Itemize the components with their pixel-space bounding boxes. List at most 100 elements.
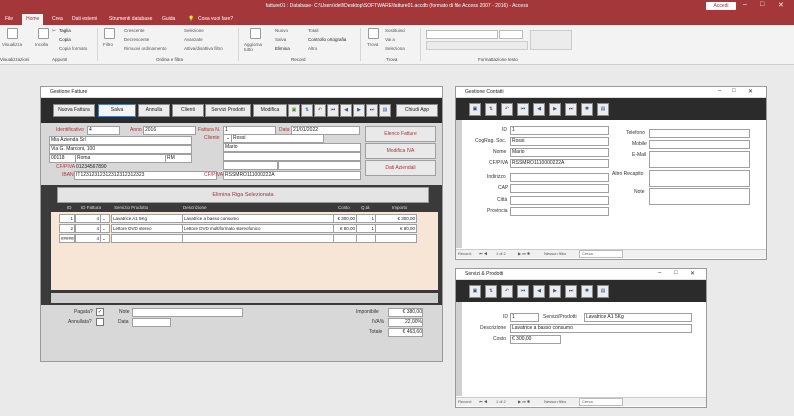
- last-record-icon[interactable]: ⏭: [565, 285, 577, 298]
- table-row[interactable]: 2 4 ⌄ Lettore DVD stereo Lettore DVD mul…: [51, 224, 438, 233]
- cliente-cap-field[interactable]: [223, 161, 278, 170]
- elenco-fatture-button[interactable]: Elenco Fatture: [365, 126, 436, 142]
- avanzate-button[interactable]: Avanzate: [184, 37, 203, 42]
- indirizzo-field[interactable]: Via G. Marconi, 100: [49, 145, 192, 154]
- find-icon[interactable]: [368, 28, 379, 39]
- cognome-field[interactable]: Rossi: [510, 137, 609, 146]
- cell-costo[interactable]: € 300,00: [333, 214, 357, 223]
- anno-field[interactable]: 2016: [143, 126, 196, 135]
- font-family-select[interactable]: [426, 30, 498, 39]
- data2-field[interactable]: [132, 318, 171, 327]
- cerca-input[interactable]: Cerca: [579, 250, 623, 258]
- imponibile-field[interactable]: € 380,00: [388, 308, 423, 317]
- elimina-button[interactable]: Elimina: [275, 46, 290, 51]
- trova-button[interactable]: Trova: [367, 42, 378, 47]
- cell-descrizione[interactable]: [182, 234, 334, 243]
- cell-qta[interactable]: 1: [356, 224, 376, 233]
- cliente-extra-field[interactable]: [223, 152, 361, 161]
- cell-id[interactable]: 1: [59, 214, 75, 223]
- cell-costo[interactable]: [333, 234, 357, 243]
- cell-qta[interactable]: [356, 234, 376, 243]
- copia-formato-button[interactable]: Copia formato: [59, 46, 87, 51]
- view-icon[interactable]: [7, 28, 18, 39]
- azienda-field[interactable]: Mia Azienda Srl: [49, 136, 192, 145]
- controllo-ortografia-button[interactable]: Controllo ortografia: [308, 37, 346, 42]
- filter-icon[interactable]: [104, 28, 115, 39]
- cap-field[interactable]: 00118: [49, 154, 76, 163]
- sort-icon[interactable]: ⇅: [301, 104, 313, 117]
- cell-servizio[interactable]: Lavatrice A1 5Kg: [111, 214, 183, 223]
- cell-descrizione[interactable]: Lavatrice a basso consumo: [182, 214, 334, 223]
- modifica-button[interactable]: Modifica: [253, 104, 287, 117]
- nuova-fattura-button[interactable]: Nuova Fattura: [53, 104, 95, 117]
- dropdown-icon[interactable]: ⌄: [100, 224, 110, 233]
- prev-record-icon[interactable]: ◀: [340, 104, 352, 117]
- nome-field[interactable]: Mario: [510, 148, 609, 157]
- dropdown-icon[interactable]: ⌄: [100, 234, 110, 243]
- cfpiva-field[interactable]: RSSMRO1110000222A: [510, 159, 609, 168]
- font-size-select[interactable]: [499, 30, 523, 39]
- minimize-icon[interactable]: –: [743, 1, 747, 8]
- modifica-iva-button[interactable]: Modifica IVA: [365, 143, 436, 159]
- cell-qta[interactable]: 1: [356, 214, 376, 223]
- subform-scrollbar[interactable]: [51, 293, 438, 303]
- cell-importo[interactable]: € 80,00: [375, 224, 417, 233]
- cliente-cognome-field[interactable]: Mario: [223, 143, 361, 152]
- cut-icon[interactable]: ✂: [52, 28, 56, 34]
- tab-strumenti-database[interactable]: Strumenti database: [109, 16, 152, 22]
- save-icon[interactable]: ▣: [288, 104, 300, 117]
- filtro-button[interactable]: Filtro: [103, 42, 113, 47]
- format-buttons[interactable]: [426, 41, 528, 50]
- iva-field[interactable]: 22,00%: [388, 318, 423, 327]
- tab-file[interactable]: File: [5, 16, 13, 22]
- last-record-icon[interactable]: ⏭: [565, 103, 577, 116]
- maximize-icon[interactable]: □: [760, 1, 764, 8]
- attiva-filtro-button[interactable]: Attiva/disattiva filtro: [184, 46, 223, 51]
- annullata-checkbox[interactable]: [96, 318, 104, 326]
- email-field[interactable]: [649, 151, 750, 168]
- aggiorna-button[interactable]: Aggiorna tutto: [244, 42, 266, 52]
- crescente-button[interactable]: Crescente: [124, 28, 145, 33]
- nessun-filtro[interactable]: Nessun filtro: [544, 251, 566, 256]
- cell-costo[interactable]: € 80,00: [333, 224, 357, 233]
- nav-first-prev-icon[interactable]: ⏮ ◀: [479, 399, 487, 404]
- nessun-filtro[interactable]: Nessun filtro: [544, 399, 566, 404]
- account-button[interactable]: Accedi: [706, 2, 736, 10]
- nav-first-prev-icon[interactable]: ⏮ ◀: [479, 251, 487, 256]
- cell-servizio[interactable]: [111, 234, 183, 243]
- close-icon[interactable]: ✕: [748, 88, 753, 95]
- next-record-icon[interactable]: ▶: [549, 285, 561, 298]
- clienti-button[interactable]: Clienti: [172, 104, 204, 117]
- pagata-checkbox[interactable]: ✓: [96, 308, 104, 316]
- totale-field[interactable]: € 463,60: [388, 328, 423, 337]
- altro-button[interactable]: Altro: [308, 46, 317, 51]
- tell-me-input[interactable]: Cosa vuoi fare?: [198, 16, 233, 22]
- cell-importo[interactable]: [375, 234, 417, 243]
- record-selector[interactable]: [456, 120, 462, 248]
- vai-a-button[interactable]: Vai a: [385, 37, 395, 42]
- table-row[interactable]: 1 4 ⌄ Lavatrice A1 5Kg Lavatrice a basso…: [51, 214, 438, 223]
- record-position[interactable]: 1 di 2: [496, 399, 506, 404]
- sort-icon[interactable]: ⇅: [485, 103, 497, 116]
- costo-field[interactable]: € 300,00: [510, 335, 561, 344]
- refresh-icon[interactable]: [250, 28, 261, 39]
- dropdown-icon[interactable]: ⌄: [100, 214, 110, 223]
- dati-aziendali-button[interactable]: Dati Aziendali: [365, 160, 436, 176]
- citta-field[interactable]: Roma: [75, 154, 166, 163]
- telefono-field[interactable]: [649, 129, 750, 138]
- cell-importo[interactable]: € 300,00: [375, 214, 417, 223]
- cliente-nome-field[interactable]: Rossi: [231, 134, 324, 143]
- taglia-button[interactable]: Taglia: [59, 28, 71, 33]
- tab-crea[interactable]: Crea: [52, 16, 63, 22]
- new-record-icon[interactable]: ✱: [581, 103, 593, 116]
- undo-icon[interactable]: ↶: [501, 285, 513, 298]
- undo-icon[interactable]: ↶: [501, 103, 513, 116]
- decrescente-button[interactable]: Decrescente: [124, 37, 149, 42]
- seleziona-button[interactable]: Seleziona: [385, 46, 405, 51]
- next-record-icon[interactable]: ▶: [549, 103, 561, 116]
- cliente-citta-field[interactable]: [278, 161, 361, 170]
- salva-button[interactable]: Salva: [275, 37, 286, 42]
- sort-icon[interactable]: ⇅: [485, 285, 497, 298]
- citta-field[interactable]: [510, 196, 609, 205]
- chiudi-app-button[interactable]: Chiudi App: [396, 104, 438, 117]
